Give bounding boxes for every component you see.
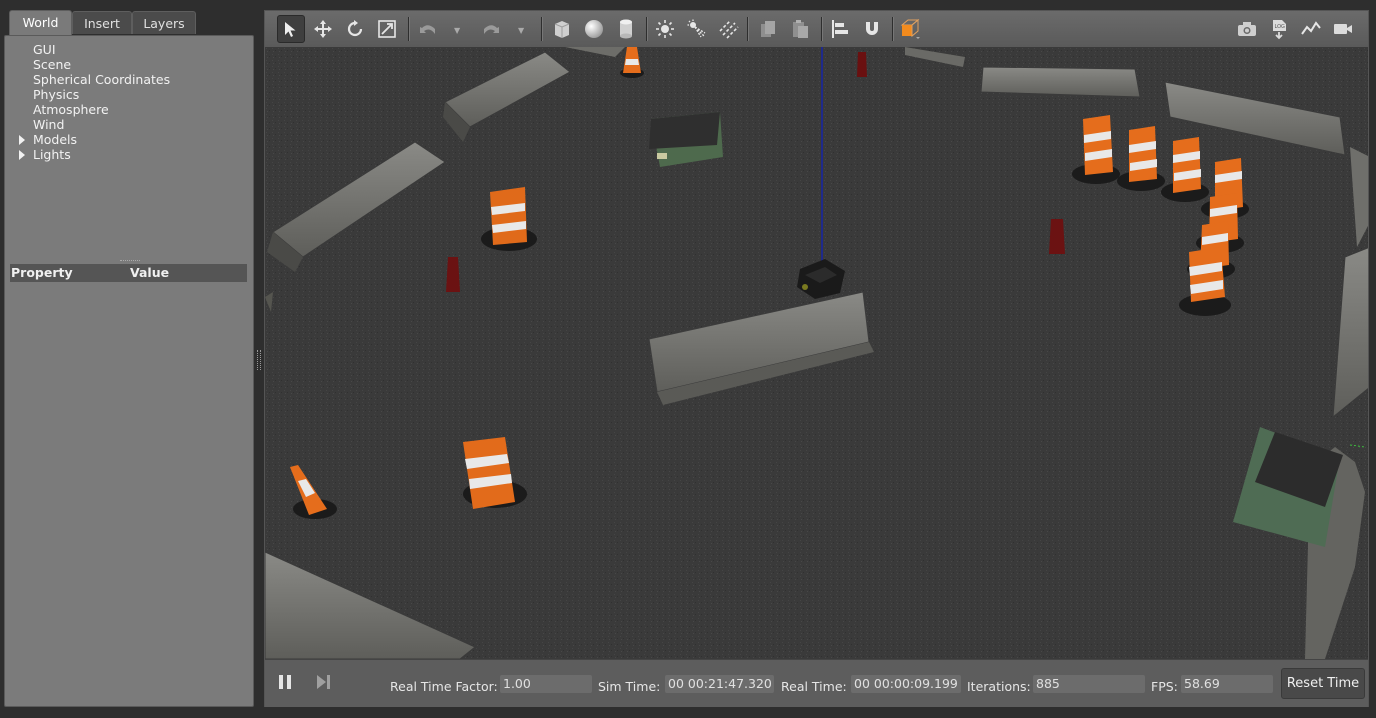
sim-time-field: 00 00:21:47.320 bbox=[665, 675, 774, 693]
sphere-icon[interactable] bbox=[580, 15, 608, 43]
status-bar: Real Time Factor: 1.00 Sim Time: 00 00:2… bbox=[265, 659, 1368, 707]
log-icon[interactable]: LOG bbox=[1265, 15, 1293, 43]
iterations-field: 885 bbox=[1033, 675, 1145, 693]
toolbar: ▼ ▼ LOG bbox=[265, 11, 1368, 48]
toolbar-separator bbox=[541, 17, 543, 41]
step-forward-icon[interactable] bbox=[309, 668, 337, 696]
tree-item-scene[interactable]: Scene bbox=[5, 57, 253, 72]
scene-render bbox=[265, 47, 1368, 659]
box-icon[interactable] bbox=[548, 15, 576, 43]
toolbar-separator bbox=[892, 17, 894, 41]
tree-item-models[interactable]: Models bbox=[5, 132, 253, 147]
real-time-factor-field: 1.00 bbox=[500, 675, 592, 693]
fps-field: 58.69 bbox=[1181, 675, 1273, 693]
tree-item-label: Scene bbox=[33, 57, 72, 72]
cylinder-icon[interactable] bbox=[612, 15, 640, 43]
reset-time-button[interactable]: Reset Time bbox=[1281, 668, 1365, 699]
tree-item-atmosphere[interactable]: Atmosphere bbox=[5, 102, 253, 117]
sim-time-label: Sim Time: bbox=[598, 679, 661, 694]
pause-icon[interactable] bbox=[271, 668, 299, 696]
record-video-icon[interactable] bbox=[1329, 15, 1357, 43]
paste-icon[interactable] bbox=[786, 15, 814, 43]
tree-item-wind[interactable]: Wind bbox=[5, 117, 253, 132]
scale-icon[interactable] bbox=[373, 15, 401, 43]
tab-world[interactable]: World bbox=[9, 10, 72, 36]
magnet-icon[interactable] bbox=[858, 15, 886, 43]
world-panel: GUI Scene Spherical Coordinates Physics … bbox=[4, 35, 254, 707]
expand-arrow-icon[interactable] bbox=[19, 135, 25, 145]
select-arrow-icon[interactable] bbox=[277, 15, 305, 43]
tree-item-label: Models bbox=[33, 132, 78, 147]
copy-icon[interactable] bbox=[754, 15, 782, 43]
tree-item-gui[interactable]: GUI bbox=[5, 42, 253, 57]
fps-label: FPS: bbox=[1151, 679, 1178, 694]
toolbar-separator bbox=[747, 17, 749, 41]
redo-icon[interactable] bbox=[477, 15, 505, 43]
undo-dropdown-icon[interactable]: ▼ bbox=[454, 26, 460, 35]
panel-tabs: World Insert Layers bbox=[4, 10, 254, 36]
real-time-factor-label: Real Time Factor: bbox=[390, 679, 498, 694]
scene-area: ▼ ▼ LOG Real Time Factor: 1.00 Sim Time:… bbox=[264, 10, 1369, 707]
view-angle-icon[interactable] bbox=[897, 15, 925, 43]
toolbar-separator bbox=[408, 17, 410, 41]
directional-light-icon[interactable] bbox=[715, 15, 743, 43]
tree-item-label: Lights bbox=[33, 147, 71, 162]
tree-item-label: GUI bbox=[33, 42, 56, 57]
tree-item-label: Physics bbox=[33, 87, 80, 102]
screenshot-icon[interactable] bbox=[1233, 15, 1261, 43]
undo-icon[interactable] bbox=[414, 15, 442, 43]
toolbar-separator bbox=[646, 17, 648, 41]
real-time-field: 00 00:00:09.199 bbox=[851, 675, 961, 693]
main-splitter-handle[interactable] bbox=[257, 350, 261, 370]
tab-layers[interactable]: Layers bbox=[132, 11, 196, 34]
point-light-icon[interactable] bbox=[651, 15, 679, 43]
tab-insert[interactable]: Insert bbox=[72, 11, 132, 34]
property-table-header: Property Value bbox=[10, 264, 247, 282]
translate-icon[interactable] bbox=[309, 15, 337, 43]
redo-dropdown-icon[interactable]: ▼ bbox=[518, 26, 524, 35]
left-panel: World Insert Layers GUI Scene Spherical … bbox=[4, 10, 254, 707]
svg-text:LOG: LOG bbox=[1275, 24, 1286, 30]
tree-item-label: Wind bbox=[33, 117, 65, 132]
tree-item-spherical-coordinates[interactable]: Spherical Coordinates bbox=[5, 72, 253, 87]
tree-item-label: Atmosphere bbox=[33, 102, 109, 117]
toolbar-separator bbox=[821, 17, 823, 41]
scene-viewport[interactable] bbox=[265, 47, 1368, 659]
plot-icon[interactable] bbox=[1297, 15, 1325, 43]
spot-light-icon[interactable] bbox=[683, 15, 711, 43]
expand-arrow-icon[interactable] bbox=[19, 150, 25, 160]
rotate-icon[interactable] bbox=[341, 15, 369, 43]
tree-item-physics[interactable]: Physics bbox=[5, 87, 253, 102]
property-column-header[interactable]: Property bbox=[11, 264, 73, 282]
tree-item-lights[interactable]: Lights bbox=[5, 147, 253, 162]
tree-item-label: Spherical Coordinates bbox=[33, 72, 171, 87]
iterations-label: Iterations: bbox=[967, 679, 1031, 694]
world-tree: GUI Scene Spherical Coordinates Physics … bbox=[5, 42, 253, 162]
value-column-header[interactable]: Value bbox=[130, 264, 169, 282]
real-time-label: Real Time: bbox=[781, 679, 847, 694]
align-icon[interactable] bbox=[826, 15, 854, 43]
dumpster-top bbox=[649, 112, 723, 167]
